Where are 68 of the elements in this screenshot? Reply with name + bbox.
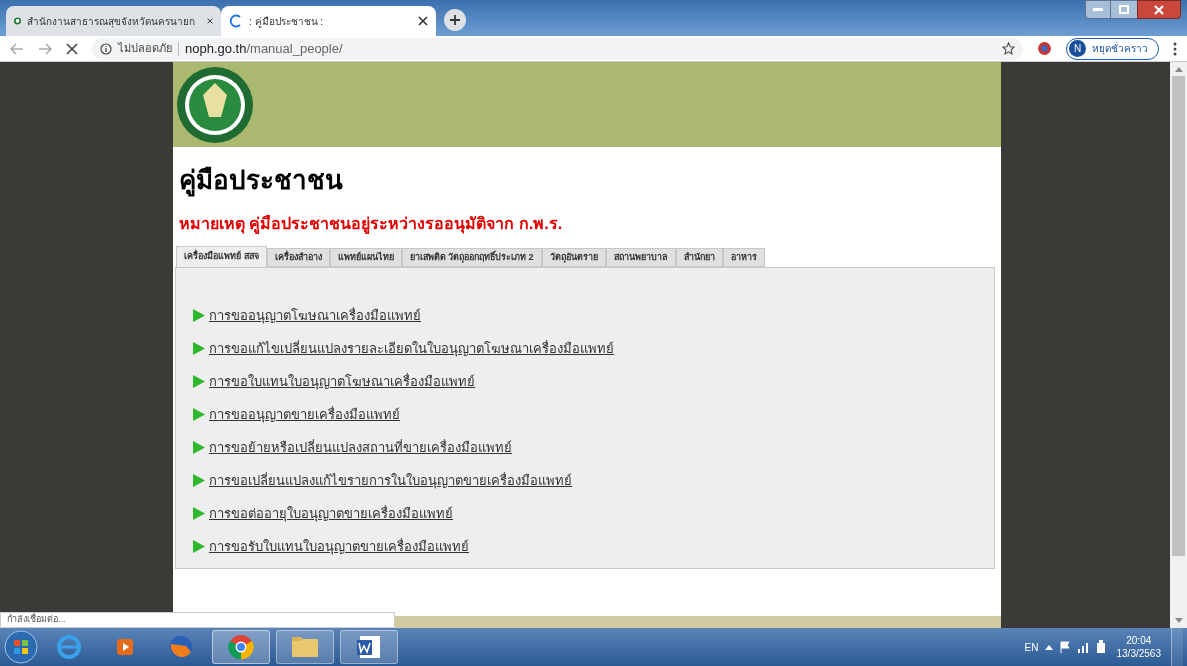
stop-icon[interactable] [66,42,78,55]
status-text: กำลังเชื่อมต่อ... [0,612,395,628]
close-icon [1154,4,1164,15]
play-icon [192,408,205,421]
close-button[interactable] [1137,0,1181,19]
word-taskbar-button[interactable] [340,630,398,664]
notice-text: หมายเหตุ คู่มือประชาชนอยู่ระหว่างรออนุมัติจาก ก.พ.ร. [179,214,564,236]
scroll-down-icon[interactable] [1174,618,1183,624]
maximize-icon [1119,5,1129,14]
start-button[interactable] [4,630,38,664]
play-icon [192,309,205,322]
scrollbar[interactable] [1170,62,1187,628]
browser-tab[interactable]: : คู่มือประชาชน : [221,6,436,36]
document-link[interactable]: การขออนุญาตขายเครื่องมือแพทย์ [209,404,400,425]
folder-icon [291,636,319,658]
tab[interactable]: แพทย์แผนไทย [329,248,402,267]
flag-icon[interactable] [1058,641,1071,653]
document-link[interactable]: การขอเปลี่ยนแปลงแก้ไขรายการในใบอนุญาตขายเครื่องมือแพทย์ [209,470,572,491]
play-icon [192,375,205,388]
info-icon[interactable] [100,42,112,55]
url-text[interactable]: noph.go.th/manual_people/ [185,38,343,59]
shield-icon [14,15,22,27]
chrome-icon [228,634,254,660]
extension-icon[interactable] [1037,41,1052,56]
close-icon[interactable] [418,16,428,26]
document-link[interactable]: การขอต่ออายุใบอนุญาตขายเครื่องมือแพทย์ [209,503,453,524]
play-icon [192,441,205,454]
profile-avatar: N [1069,40,1086,57]
clock[interactable]: 20:04 13/3/2563 [1112,634,1165,660]
scrollbar-thumb[interactable] [1172,76,1185,556]
document-link[interactable]: การขอย้ายหรือเปลี่ยนแปลงสถานที่ขายเครื่องมือแพทย์ [209,437,512,458]
tab[interactable]: สำนักยา [675,248,723,267]
caret-up-icon[interactable] [1044,644,1053,650]
star-icon[interactable] [1002,42,1015,55]
plus-icon [449,14,461,26]
chrome-taskbar-button[interactable] [212,630,270,664]
tab[interactable]: สถานพยาบาล [605,248,676,267]
security-label: ไม่ปลอดภัย [118,41,172,57]
play-icon [192,342,205,355]
tab[interactable]: เครื่องมือแพทย์ สสจ [176,246,267,267]
document-link[interactable]: การขอแก้ไขเปลี่ยนแปลงรายละเอียดในใบอนุญาตโฆษณาเครื่องมือแพทย์ [209,338,614,359]
tab[interactable]: อาหาร [722,248,765,267]
document-link[interactable]: การขอรับใบแทนใบอนุญาตขายเครื่องมือแพทย์ [209,536,469,557]
tab-title: : คู่มือประชาชน : [249,14,324,29]
folder-taskbar-button[interactable] [276,630,334,664]
play-icon [192,474,205,487]
tab-title: สำนักงานสาธารณสุขจังหวัดนครนายก [27,14,196,29]
document-link[interactable]: การขออนุญาตโฆษณาเครื่องมือแพทย์ [209,305,421,326]
play-icon [192,507,205,520]
browser-tab[interactable]: สำนักงานสาธารณสุขจังหวัดนครนายก [6,6,221,36]
menu-icon[interactable] [1173,41,1177,56]
tab[interactable]: ยาเสพติด วัตถุออกฤทธิ์ประเภท 2 [401,248,542,267]
word-icon [356,635,382,659]
document-link[interactable]: การขอใบแทนใบอนุญาตโฆษณาเครื่องมือแพทย์ [209,371,475,392]
tab[interactable]: เครื่องสำอาง [266,248,330,267]
scroll-up-icon[interactable] [1174,66,1183,72]
minimize-icon [1093,8,1103,11]
close-icon[interactable] [207,16,213,26]
signal-icon[interactable] [1076,641,1089,653]
maximize-button[interactable] [1111,0,1137,19]
tab[interactable]: วัตถุอันตราย [541,248,606,267]
new-tab-button[interactable] [444,9,466,31]
power-icon[interactable] [1094,640,1107,654]
play-icon [192,540,205,553]
page-title: คู่มือประชาชน [179,164,344,199]
language-indicator[interactable]: EN [1024,639,1039,655]
minimize-button[interactable] [1085,0,1111,19]
show-desktop-button[interactable] [1171,628,1183,666]
